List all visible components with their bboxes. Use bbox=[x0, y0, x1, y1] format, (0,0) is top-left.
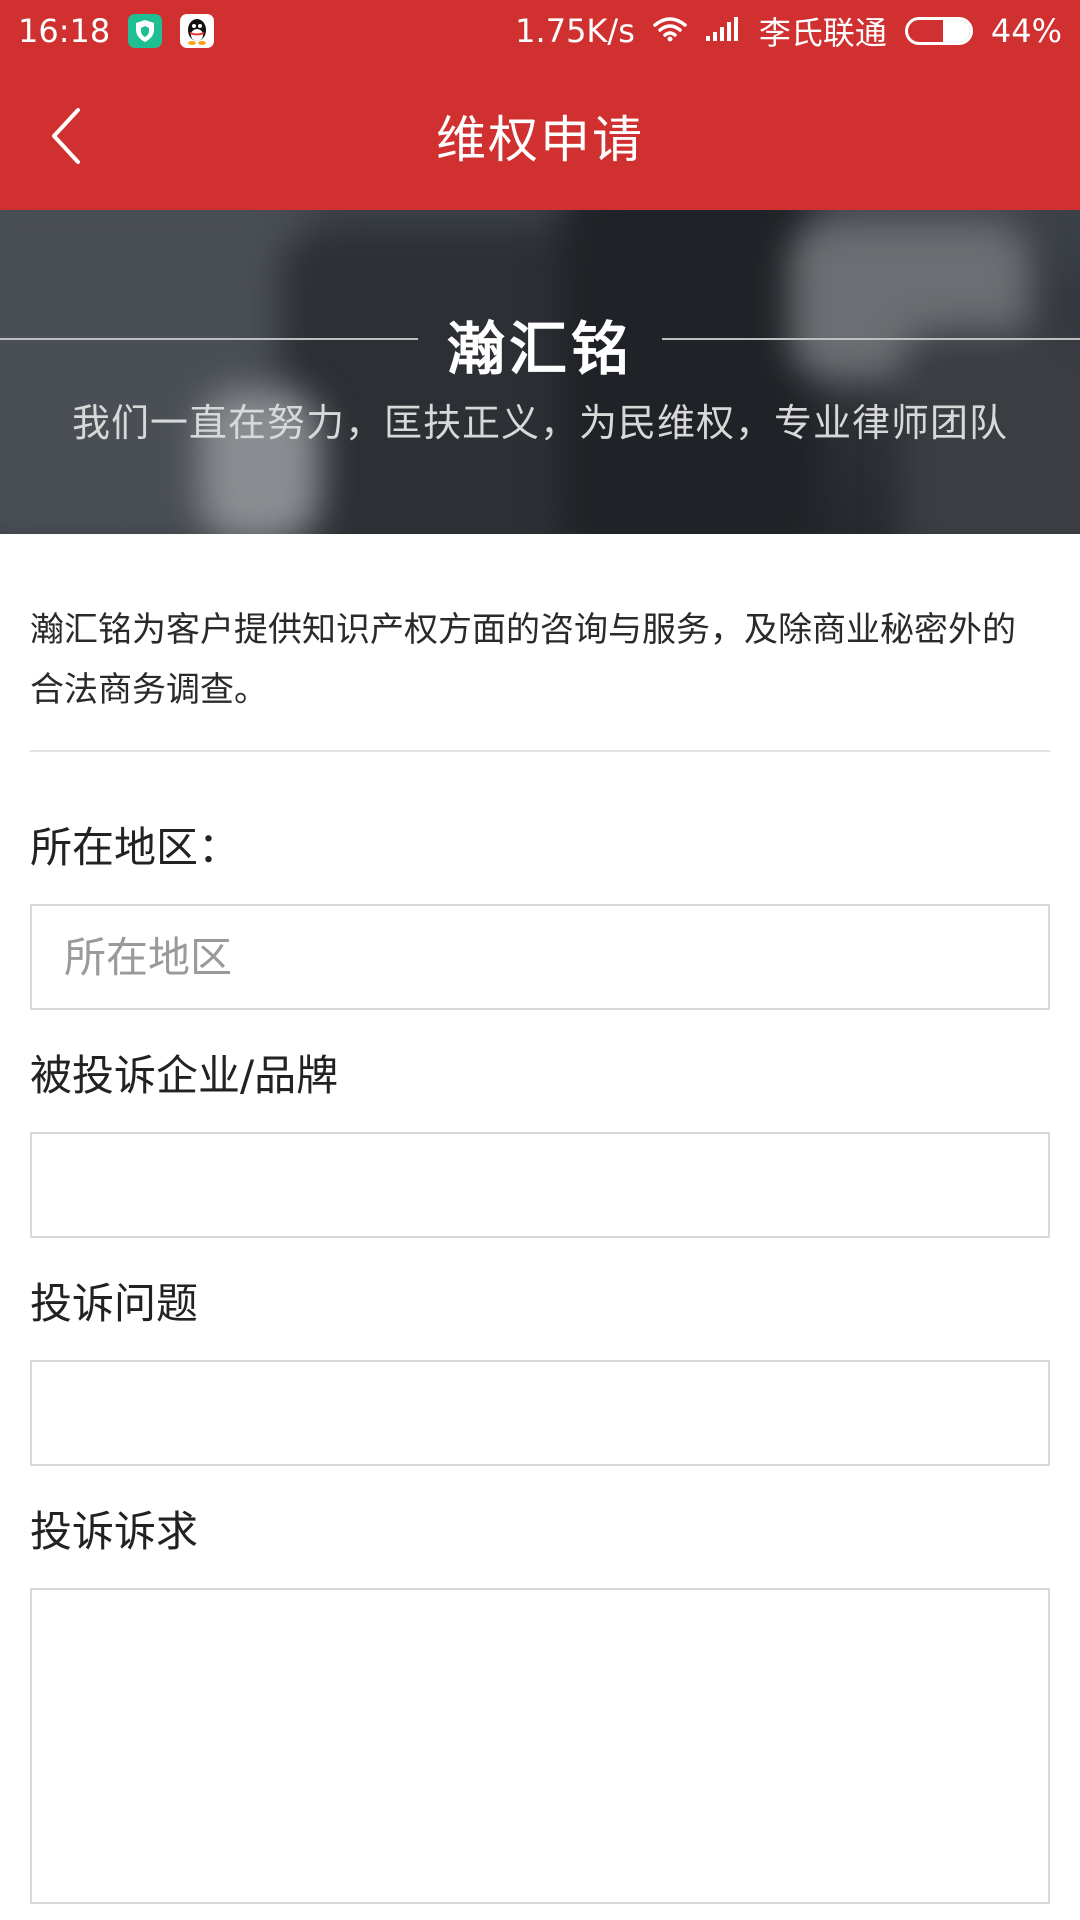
status-bar: 16:18 1.75K/s 李氏联通 44% bbox=[0, 0, 1080, 62]
status-bar-right: 1.75K/s 李氏联通 44% bbox=[515, 8, 1080, 54]
company-label: 被投诉企业/品牌 bbox=[30, 1051, 339, 1100]
banner-subtitle: 我们一直在努力，匡扶正义，为民维权，专业律师团队 bbox=[71, 401, 1008, 445]
divider bbox=[30, 750, 1050, 752]
network-speed: 1.75K/s bbox=[515, 12, 635, 50]
back-button[interactable] bbox=[28, 96, 108, 176]
title-bar: 维权申请 bbox=[0, 62, 1080, 210]
carrier-name: 李氏联通 bbox=[758, 14, 887, 52]
issue-label: 投诉问题 bbox=[30, 1279, 199, 1328]
issue-input[interactable] bbox=[30, 1360, 1050, 1466]
page-title: 维权申请 bbox=[436, 111, 644, 169]
qq-icon bbox=[180, 14, 215, 48]
battery-icon bbox=[904, 17, 973, 45]
region-label: 所在地区： bbox=[30, 823, 241, 872]
banner-title: 瀚汇铭 bbox=[446, 315, 633, 383]
demand-label: 投诉诉求 bbox=[30, 1507, 199, 1556]
region-input[interactable] bbox=[30, 904, 1050, 1010]
banner: 瀚汇铭 我们一直在努力，匡扶正义，为民维权，专业律师团队 bbox=[0, 210, 1080, 534]
status-time: 16:18 bbox=[18, 12, 111, 50]
shield-app-icon bbox=[128, 14, 163, 48]
battery-percent: 44% bbox=[990, 12, 1062, 50]
battery-level bbox=[942, 20, 970, 42]
company-input[interactable] bbox=[30, 1132, 1050, 1238]
status-bar-left: 16:18 bbox=[0, 12, 215, 50]
wifi-icon bbox=[653, 12, 687, 50]
demand-textarea[interactable] bbox=[30, 1588, 1050, 1904]
chevron-left-icon bbox=[52, 108, 80, 164]
intro-text: 瀚汇铭为客户提供知识产权方面的咨询与服务，及除商业秘密外的 合法商务调查。 bbox=[30, 610, 1016, 710]
signal-icon bbox=[705, 12, 741, 50]
